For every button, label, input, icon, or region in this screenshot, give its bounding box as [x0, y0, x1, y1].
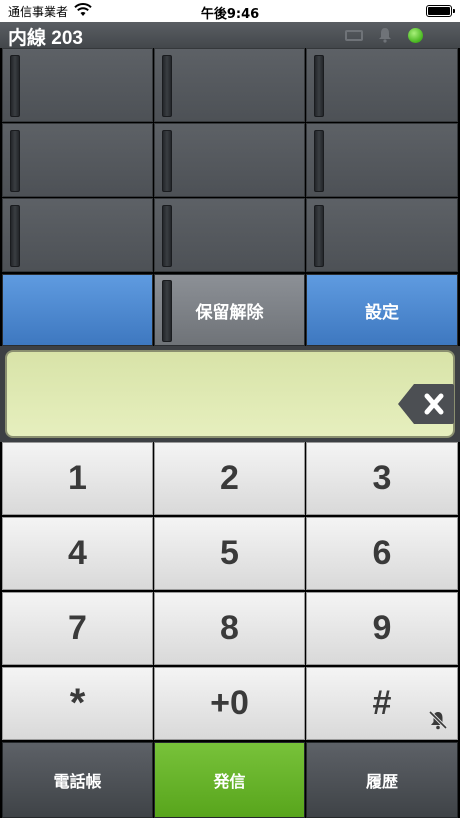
- sim-card-icon: [345, 30, 363, 41]
- function-button-left[interactable]: [2, 274, 153, 346]
- hold-release-label: 保留解除: [195, 302, 264, 323]
- line-key-1[interactable]: [2, 48, 153, 122]
- hold-lamp: [162, 280, 172, 342]
- line-key-8[interactable]: [154, 198, 305, 272]
- status-bar: 通信事業者 午後9:46: [0, 0, 460, 22]
- line-key-2[interactable]: [154, 48, 305, 122]
- history-label: 履歴: [365, 772, 398, 791]
- title-bar: 内線 203: [0, 22, 460, 49]
- backspace-icon[interactable]: [396, 382, 456, 426]
- line-lamp: [10, 130, 20, 192]
- key-3[interactable]: 3: [306, 442, 458, 515]
- line-lamp: [162, 55, 172, 117]
- dial-number-display[interactable]: [5, 350, 455, 438]
- line-key-9[interactable]: [306, 198, 458, 272]
- key-5[interactable]: 5: [154, 517, 305, 590]
- ringer-off-icon: [428, 710, 448, 730]
- call-button[interactable]: 発信: [154, 742, 305, 818]
- line-lamp: [162, 205, 172, 267]
- line-lamp: [162, 130, 172, 192]
- call-label: 発信: [213, 772, 246, 791]
- line-lamp: [10, 55, 20, 117]
- extension-title: 内線 203: [8, 28, 83, 49]
- settings-label: 設定: [365, 302, 399, 323]
- display-area: [0, 346, 460, 442]
- key-9[interactable]: 9: [306, 592, 458, 665]
- hold-release-button[interactable]: 保留解除: [154, 274, 305, 346]
- key-2[interactable]: 2: [154, 442, 305, 515]
- line-key-5[interactable]: [154, 123, 305, 197]
- clock: 午後9:46: [200, 7, 260, 22]
- settings-button[interactable]: 設定: [306, 274, 458, 346]
- line-key-6[interactable]: [306, 123, 458, 197]
- line-lamp: [314, 130, 324, 192]
- key-plus-zero[interactable]: +0: [154, 667, 305, 740]
- line-key-3[interactable]: [306, 48, 458, 122]
- history-button[interactable]: 履歴: [306, 742, 458, 818]
- key-star[interactable]: *: [2, 667, 153, 740]
- phonebook-label: 電話帳: [53, 772, 102, 791]
- phonebook-button[interactable]: 電話帳: [2, 742, 153, 818]
- key-1[interactable]: 1: [2, 442, 153, 515]
- key-8[interactable]: 8: [154, 592, 305, 665]
- line-lamp: [314, 205, 324, 267]
- line-key-7[interactable]: [2, 198, 153, 272]
- registration-status-indicator: [408, 28, 423, 43]
- key-4[interactable]: 4: [2, 517, 153, 590]
- battery-icon: [426, 5, 455, 17]
- line-lamp: [314, 55, 324, 117]
- key-6[interactable]: 6: [306, 517, 458, 590]
- key-7[interactable]: 7: [2, 592, 153, 665]
- line-lamp: [10, 205, 20, 267]
- bell-icon: [379, 28, 391, 43]
- key-hash[interactable]: #: [306, 667, 458, 740]
- line-key-4[interactable]: [2, 123, 153, 197]
